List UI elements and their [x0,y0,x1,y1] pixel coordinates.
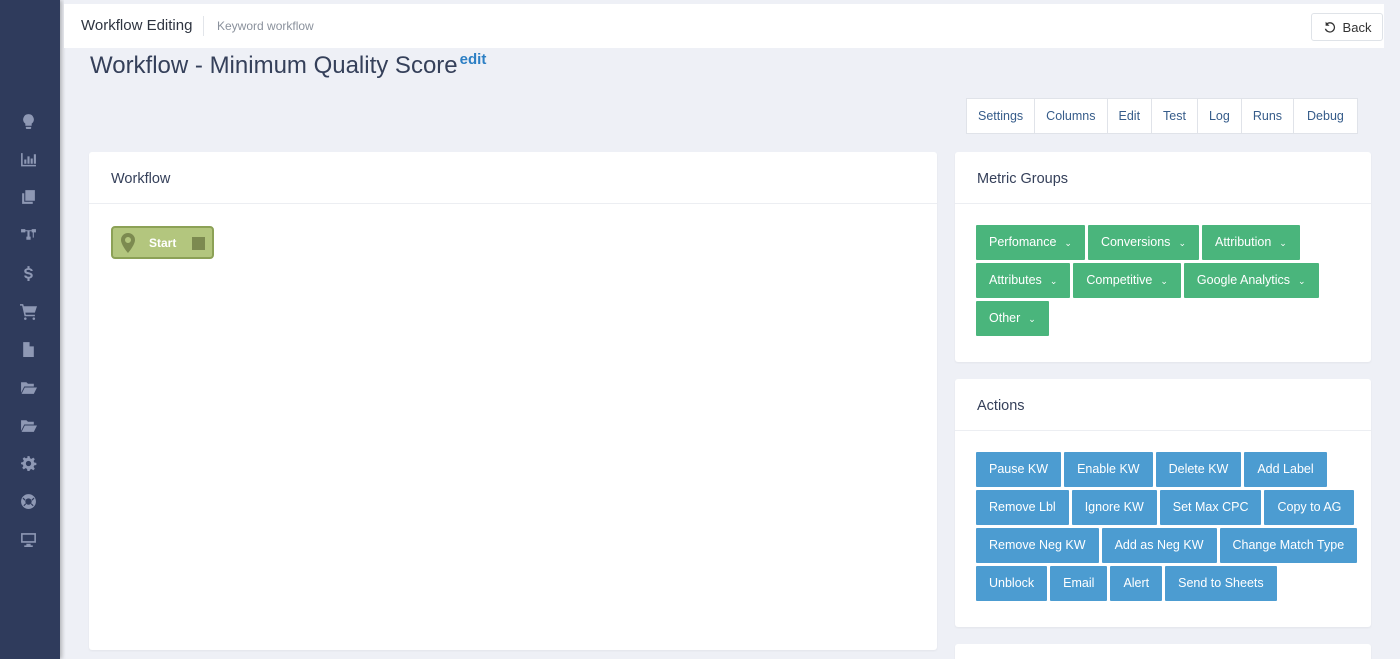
actions-title: Actions [955,379,1371,431]
file-icon[interactable] [18,339,38,359]
workflow-panel: Workflow Start [89,152,937,650]
tab-edit[interactable]: Edit [1108,99,1153,133]
workflow-tabs: Settings Columns Edit Test Log Runs Debu… [966,98,1358,134]
metric-group-other[interactable]: Other ⌄ [976,301,1049,336]
tab-runs[interactable]: Runs [1242,99,1295,133]
header-title: Workflow Editing [81,17,193,34]
cart-icon[interactable] [18,301,38,321]
action-pause-kw[interactable]: Pause KW [976,452,1062,487]
action-send-to-sheets[interactable]: Send to Sheets [1165,566,1277,601]
header-divider [203,16,204,36]
header-subtitle: Keyword workflow [217,19,314,33]
workflow-panel-title: Workflow [89,152,937,204]
metric-group-conversions[interactable]: Conversions ⌄ [1087,225,1199,260]
page-title: Workflow - Minimum Quality Score edit [90,51,487,80]
topbar: Workflow Editing Keyword workflow Back [64,4,1384,48]
chevron-down-icon: ⌄ [1279,238,1287,248]
action-change-match-type[interactable]: Change Match Type [1219,528,1358,563]
chevron-down-icon: ⌄ [1298,276,1306,286]
action-unblock[interactable]: Unblock [976,566,1048,601]
stop-icon[interactable] [192,237,205,250]
chevron-down-icon: ⌄ [1049,276,1058,286]
life-ring-icon[interactable] [18,491,38,511]
folder-open-icon-2[interactable] [18,415,38,435]
action-delete-kw[interactable]: Delete KW [1155,452,1242,487]
action-email[interactable]: Email [1050,566,1108,601]
tab-test[interactable]: Test [1152,99,1198,133]
sitemap-icon[interactable] [18,225,38,245]
undo-icon [1324,21,1335,33]
action-enable-kw[interactable]: Enable KW [1064,452,1153,487]
start-node[interactable]: Start [111,226,214,259]
tab-settings[interactable]: Settings [967,99,1036,133]
actions-list: Pause KW Enable KW Delete KW Add Label R… [955,431,1371,601]
metric-group-label: Competitive [1086,273,1153,287]
metric-group-label: Perfomance [989,235,1057,249]
metric-group-google-analytics[interactable]: Google Analytics ⌄ [1183,263,1319,298]
copy-icon[interactable] [18,187,38,207]
metric-group-label: Attribution [1214,235,1272,249]
action-add-as-neg-kw[interactable]: Add as Neg KW [1101,528,1217,563]
metric-group-label: Google Analytics [1196,273,1291,287]
bar-chart-icon[interactable] [18,149,38,169]
action-ignore-kw[interactable]: Ignore KW [1071,490,1157,525]
map-pin-icon [121,233,135,253]
tab-log[interactable]: Log [1198,99,1242,133]
action-alert[interactable]: Alert [1110,566,1163,601]
actions-panel: Actions Pause KW Enable KW Delete KW Add… [955,379,1371,627]
chevron-down-icon: ⌄ [1028,314,1036,324]
metric-groups-panel: Metric Groups Perfomance ⌄ Conversions ⌄ A… [955,152,1371,362]
tab-columns[interactable]: Columns [1035,99,1108,133]
chevron-down-icon: ⌄ [1160,276,1168,286]
action-add-label[interactable]: Add Label [1244,452,1327,487]
back-button[interactable]: Back [1311,13,1383,41]
gear-icon[interactable] [18,453,38,473]
next-panel [955,644,1371,659]
metric-group-attributes[interactable]: Attributes ⌄ [976,263,1071,298]
start-node-label: Start [149,236,177,250]
folder-open-icon[interactable] [18,377,38,397]
metric-group-performance[interactable]: Perfomance ⌄ [976,225,1085,260]
metric-group-label: Conversions [1100,235,1171,249]
page-title-text: Workflow - Minimum Quality Score [90,52,458,79]
action-copy-to-ag[interactable]: Copy to AG [1264,490,1355,525]
back-label: Back [1342,19,1372,35]
tab-debug[interactable]: Debug [1294,99,1357,133]
action-remove-lbl[interactable]: Remove Lbl [976,490,1069,525]
metric-groups-list: Perfomance ⌄ Conversions ⌄ Attribution ⌄ At… [955,204,1371,336]
metric-groups-title: Metric Groups [955,152,1371,204]
metric-group-competitive[interactable]: Competitive ⌄ [1073,263,1181,298]
metric-group-attribution[interactable]: Attribution ⌄ [1201,225,1300,260]
sidebar [0,0,60,659]
desktop-icon[interactable] [18,529,38,549]
lightbulb-icon[interactable] [18,111,38,131]
metric-group-label: Attributes [989,273,1042,287]
action-set-max-cpc[interactable]: Set Max CPC [1159,490,1262,525]
edit-title-link[interactable]: edit [460,51,487,68]
chevron-down-icon: ⌄ [1178,238,1186,248]
metric-group-label: Other [989,311,1021,325]
dollar-icon[interactable] [18,263,38,283]
chevron-down-icon: ⌄ [1064,238,1072,248]
action-remove-neg-kw[interactable]: Remove Neg KW [976,528,1099,563]
